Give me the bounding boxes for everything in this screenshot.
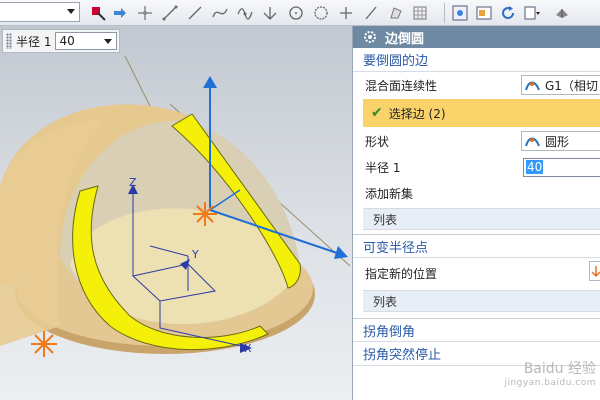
toolbar-divider — [444, 3, 445, 23]
section-edge-to-blend[interactable]: 要倒圆的边 — [353, 48, 600, 72]
view-dropdown-icon[interactable] — [522, 3, 542, 23]
edge-set-list[interactable]: 列表 — [363, 208, 600, 230]
y-axis-label: Y — [191, 248, 199, 261]
shape-select[interactable]: 圆形 — [521, 131, 600, 151]
line-icon[interactable] — [160, 3, 180, 23]
circle-icon[interactable] — [286, 3, 306, 23]
x-axis-label: X — [244, 342, 252, 355]
checkmark-icon: ✔ — [371, 105, 383, 121]
arrow-right-icon[interactable] — [110, 3, 130, 23]
render-icon[interactable] — [552, 3, 572, 23]
selection-filter-dropdown[interactable] — [0, 2, 80, 22]
radius-onscreen-input: 半径 1 40 — [2, 29, 120, 53]
z-axis-label: Z — [129, 176, 137, 189]
view-window-icon[interactable] — [474, 3, 494, 23]
edge-blend-dialog: 边倒圆 要倒圆的边 混合面连续性 G1（相切 ✔ 选择边 (2) 形状 圆形 半… — [352, 26, 600, 400]
view-fit-icon[interactable] — [450, 3, 470, 23]
variable-point-list[interactable]: 列表 — [363, 290, 600, 312]
line-segment-icon[interactable] — [185, 3, 205, 23]
gear-icon — [364, 31, 376, 43]
section-corner-stop[interactable]: 拐角突然停止 — [353, 342, 600, 366]
spline-icon[interactable] — [210, 3, 230, 23]
cross-icon[interactable] — [336, 3, 356, 23]
chevron-down-icon[interactable] — [104, 39, 113, 44]
section-corner-setback[interactable]: 拐角倒角 — [353, 318, 600, 342]
top-toolbar — [0, 0, 600, 26]
add-new-set-row[interactable]: 添加新集 — [353, 180, 600, 206]
select-edge-row[interactable]: ✔ 选择边 (2) — [363, 99, 600, 127]
blend-continuity-select[interactable]: G1（相切 — [521, 75, 600, 95]
radius-input[interactable]: 40 — [55, 32, 118, 50]
circular-shape-icon — [525, 137, 540, 147]
arrow-up-icon[interactable] — [203, 76, 217, 88]
refresh-icon[interactable] — [498, 3, 518, 23]
snap-icon[interactable] — [88, 3, 108, 23]
shape-icon[interactable] — [386, 3, 406, 23]
wave-icon[interactable] — [235, 3, 255, 23]
dialog-title: 边倒圆 — [385, 31, 425, 47]
drag-grip-icon[interactable] — [6, 33, 12, 49]
radius-row: 半径 1 40 — [353, 154, 600, 180]
arrow-right-handle-icon[interactable] — [334, 246, 348, 259]
surface-continuity-icon — [525, 81, 540, 91]
point-marker-icon-2[interactable] — [31, 331, 57, 357]
blend-continuity-row: 混合面连续性 G1（相切 — [353, 72, 600, 98]
slash-icon[interactable] — [361, 3, 381, 23]
chevron-down-icon[interactable] — [67, 9, 75, 14]
shape-row: 形状 圆形 — [353, 128, 600, 154]
point-icon[interactable] — [260, 3, 280, 23]
radius-label: 半径 1 — [16, 34, 52, 49]
circle-dotted-icon[interactable] — [311, 3, 331, 23]
baidu-watermark: Baidu 经验 jingyan.baidu.com — [504, 361, 596, 388]
point-constructor-icon — [591, 266, 600, 278]
model-scene: Z Y X — [0, 55, 351, 357]
move-icon[interactable] — [135, 3, 155, 23]
radius-field[interactable]: 40 — [523, 158, 600, 177]
grid-icon[interactable] — [410, 3, 430, 23]
new-location-row: 指定新的位置 — [353, 258, 600, 288]
point-dialog-button[interactable] — [589, 261, 600, 281]
graphics-viewport[interactable]: Z Y X 半径 1 40 — [0, 26, 352, 400]
section-variable-radius[interactable]: 可变半径点 — [353, 234, 600, 258]
dialog-title-bar: 边倒圆 — [353, 26, 600, 48]
